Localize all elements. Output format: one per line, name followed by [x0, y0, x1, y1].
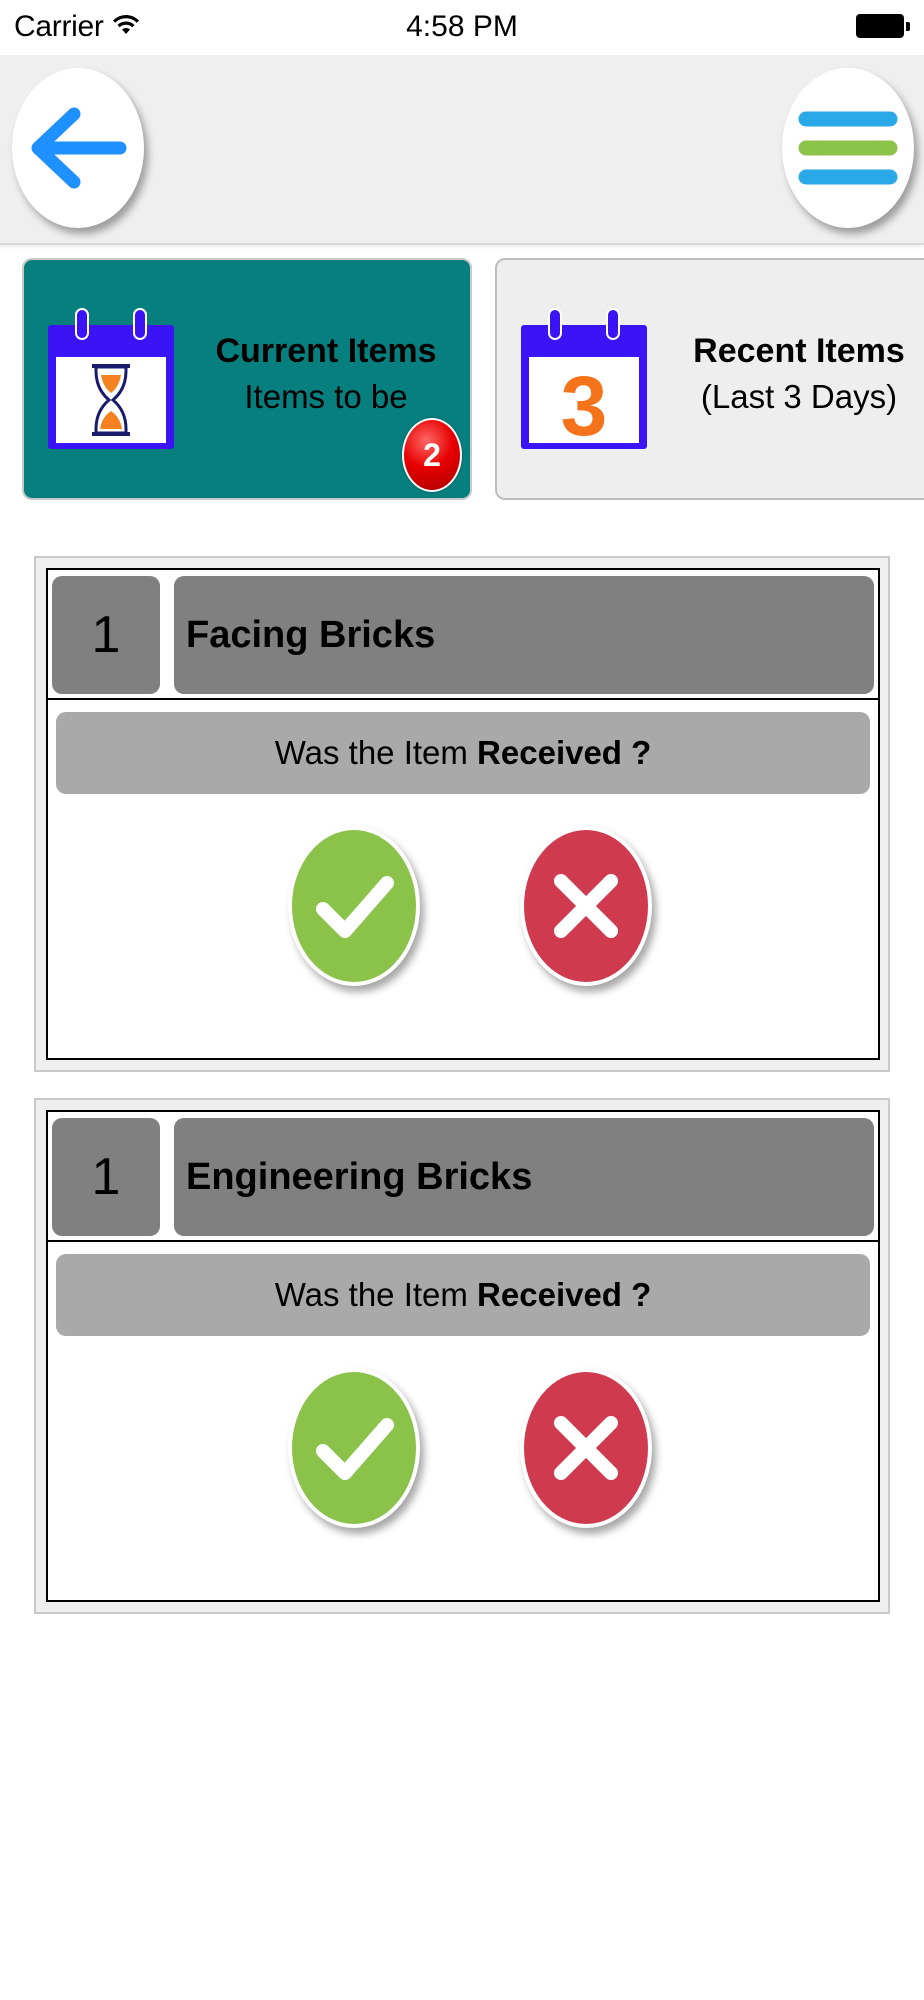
item-quantity: 1: [52, 576, 160, 694]
question-text: Was the Item: [274, 1276, 478, 1313]
nav-bar: [0, 55, 924, 245]
recent-items-text: Recent Items (Last 3 Days): [667, 328, 924, 420]
question-emphasis: Received ?: [477, 1276, 652, 1313]
item-name: Engineering Bricks: [174, 1118, 874, 1236]
item-card: 1 Engineering Bricks Was the Item Receiv…: [34, 1098, 890, 1614]
question-text: Was the Item: [274, 734, 478, 771]
current-items-text: Current Items Items to be: [194, 328, 458, 420]
item-name: Facing Bricks: [174, 576, 874, 694]
recent-items-subtitle: (Last 3 Days): [700, 378, 898, 415]
menu-button[interactable]: [782, 68, 914, 228]
clock: 4:58 PM: [406, 10, 518, 43]
recent-items-tile[interactable]: 3 Recent Items (Last 3 Days): [495, 258, 924, 500]
calendar-3-icon: 3: [521, 308, 647, 453]
item-header: 1 Engineering Bricks: [48, 1112, 878, 1242]
confirm-received-button[interactable]: [288, 826, 420, 986]
battery-icon: [856, 14, 910, 38]
reject-received-button[interactable]: [520, 1368, 652, 1528]
back-arrow-icon: [31, 107, 127, 189]
calendar-hourglass-icon: [48, 308, 174, 449]
status-bar: Carrier 4:58 PM: [0, 0, 924, 55]
current-items-tile[interactable]: Current Items Items to be 2: [22, 258, 472, 500]
current-items-subtitle: Items to be: [244, 378, 408, 415]
x-mark-icon: [554, 1416, 618, 1480]
x-mark-icon: [554, 874, 618, 938]
question-emphasis: Received ?: [477, 734, 652, 771]
calendar-number: 3: [561, 359, 608, 453]
back-button[interactable]: [12, 68, 144, 228]
pending-count-badge: 2: [402, 418, 462, 492]
item-quantity: 1: [52, 1118, 160, 1236]
recent-items-title: Recent Items: [693, 332, 905, 370]
checkmark-icon: [316, 876, 394, 938]
received-question: Was the Item Received ?: [56, 712, 870, 794]
reject-received-button[interactable]: [520, 826, 652, 986]
item-card-inner: 1 Engineering Bricks Was the Item Receiv…: [46, 1110, 880, 1602]
received-question: Was the Item Received ?: [56, 1254, 870, 1336]
hamburger-menu-icon: [798, 111, 898, 185]
checkmark-icon: [316, 1418, 394, 1480]
item-card: 1 Facing Bricks Was the Item Received ?: [34, 556, 890, 1072]
item-card-inner: 1 Facing Bricks Was the Item Received ?: [46, 568, 880, 1060]
item-header: 1 Facing Bricks: [48, 570, 878, 700]
confirm-received-button[interactable]: [288, 1368, 420, 1528]
current-items-title: Current Items: [215, 332, 437, 370]
